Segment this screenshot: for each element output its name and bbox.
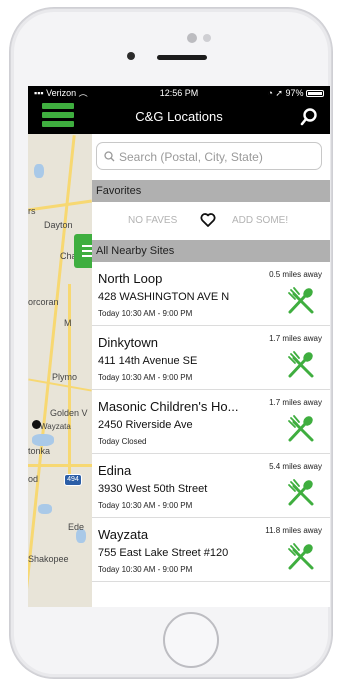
menu-icon[interactable] xyxy=(42,103,74,131)
site-hours: Today 10:30 AM - 9:00 PM xyxy=(98,501,193,510)
site-hours: Today Closed xyxy=(98,437,147,446)
site-address: 3930 West 50th Street xyxy=(98,483,208,495)
heart-icon xyxy=(200,213,216,227)
status-bar: ▪▪▪ Verizon ︵ 12:56 PM ◔ ➚ 97% xyxy=(28,86,330,100)
fork-spoon-icon[interactable] xyxy=(286,542,316,572)
site-name: Dinkytown xyxy=(98,335,158,350)
site-address: 428 WASHINGTON AVE N xyxy=(98,291,230,303)
site-name: Wayzata xyxy=(98,527,149,542)
site-hours: Today 10:30 AM - 9:00 PM xyxy=(98,565,193,574)
site-distance: 11.8 miles away xyxy=(265,526,322,535)
locations-panel: Favorites NO FAVES ADD SOME! All Nearby … xyxy=(92,134,330,607)
nearby-header: All Nearby Sites xyxy=(92,240,330,262)
front-camera xyxy=(127,52,135,60)
site-address: 2450 Riverside Ave xyxy=(98,419,193,431)
fork-spoon-icon[interactable] xyxy=(286,286,316,316)
map-label: Wayzata xyxy=(40,422,71,431)
home-button[interactable] xyxy=(163,612,219,668)
map-label: rs xyxy=(28,206,36,216)
site-distance: 1.7 miles away xyxy=(269,334,322,343)
add-some-label: ADD SOME! xyxy=(232,215,289,226)
site-distance: 1.7 miles away xyxy=(269,398,322,407)
nav-bar: C&G Locations xyxy=(28,100,330,134)
sites-list: North Loop 428 WASHINGTON AVE N Today 10… xyxy=(92,262,330,582)
list-toggle-tab[interactable] xyxy=(74,234,92,268)
search-field[interactable] xyxy=(96,142,322,170)
map-label: Golden V xyxy=(50,408,88,418)
battery-percent: 97% xyxy=(285,88,304,98)
site-hours: Today 10:30 AM - 9:00 PM xyxy=(98,309,193,318)
map-label: od xyxy=(28,474,39,484)
site-name: Masonic Children's Ho... xyxy=(98,399,239,414)
ambient-sensor xyxy=(203,34,211,42)
no-faves-label: NO FAVES xyxy=(128,215,178,226)
list-item[interactable]: Wayzata 755 East Lake Street #120 Today … xyxy=(92,518,330,582)
favorites-empty-row: NO FAVES ADD SOME! xyxy=(92,202,330,240)
list-item[interactable]: Masonic Children's Ho... 2450 Riverside … xyxy=(92,390,330,454)
proximity-sensor xyxy=(187,33,197,43)
map-label: Ede xyxy=(68,522,85,532)
search-icon xyxy=(104,151,115,162)
highway-shield-icon: 494 xyxy=(64,474,82,486)
current-location-marker xyxy=(32,420,41,429)
site-distance: 0.5 miles away xyxy=(269,270,322,279)
search-bar xyxy=(92,134,330,180)
site-name: North Loop xyxy=(98,271,163,286)
map-label: Plymo xyxy=(52,372,78,382)
map-label: tonka xyxy=(28,446,51,456)
battery-icon xyxy=(306,90,324,98)
map-label: Dayton xyxy=(44,220,73,230)
site-hours: Today 10:30 AM - 9:00 PM xyxy=(98,373,193,382)
fork-spoon-icon[interactable] xyxy=(286,350,316,380)
earpiece-speaker xyxy=(157,55,207,60)
fork-spoon-icon[interactable] xyxy=(286,478,316,508)
search-icon[interactable] xyxy=(300,108,318,126)
map-label: orcoran xyxy=(28,297,59,307)
map-view[interactable]: rs Dayton Champ orcoran M Plymo Golden V… xyxy=(28,134,92,607)
site-address: 411 14th Avenue SE xyxy=(98,355,198,367)
site-name: Edina xyxy=(98,463,132,478)
site-distance: 5.4 miles away xyxy=(269,462,322,471)
status-right: ◔ ➚ 97% xyxy=(267,86,324,100)
app-screen: ▪▪▪ Verizon ︵ 12:56 PM ◔ ➚ 97% C&G Locat… xyxy=(28,86,330,607)
search-input[interactable] xyxy=(119,147,317,167)
site-address: 755 East Lake Street #120 xyxy=(98,547,229,559)
map-label: Shakopee xyxy=(28,554,69,564)
favorites-header: Favorites xyxy=(92,180,330,202)
list-item[interactable]: North Loop 428 WASHINGTON AVE N Today 10… xyxy=(92,262,330,326)
map-label: M xyxy=(64,318,72,328)
fork-spoon-icon[interactable] xyxy=(286,414,316,444)
list-item[interactable]: Edina 3930 West 50th Street Today 10:30 … xyxy=(92,454,330,518)
list-item[interactable]: Dinkytown 411 14th Avenue SE Today 10:30… xyxy=(92,326,330,390)
